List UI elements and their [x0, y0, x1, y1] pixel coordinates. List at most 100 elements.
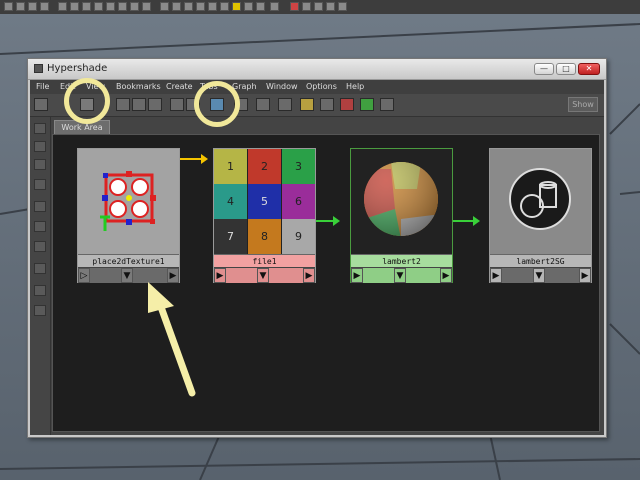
grid-cell: 9: [282, 219, 315, 254]
grid-cell: 8: [248, 219, 281, 254]
shelf-icon[interactable]: [196, 2, 205, 11]
minimize-button[interactable]: —: [534, 63, 554, 75]
left-toolbar: [30, 117, 51, 435]
shelf-icon[interactable]: [256, 2, 265, 11]
toolbar-button[interactable]: [132, 98, 146, 111]
grid-cell: 4: [214, 184, 247, 219]
shelf-icon[interactable]: [142, 2, 151, 11]
node-shading-group[interactable]: lambert2SG ▶ ▼ ▶: [489, 148, 592, 283]
node-file[interactable]: 1 2 3 4 5 6 7 8 9 file1 ▶ ▼ ▶: [213, 148, 316, 283]
node-ports: ▶ ▼ ▶: [490, 267, 591, 283]
expand-arrow-icon[interactable]: ▼: [257, 268, 269, 283]
toolbar-button[interactable]: [300, 98, 314, 111]
toolbar-button[interactable]: [278, 98, 292, 111]
highlight-circle: [194, 81, 240, 127]
shelf-icon[interactable]: [70, 2, 79, 11]
shelf-icon[interactable]: [184, 2, 193, 11]
shelf-icon[interactable]: [106, 2, 115, 11]
node-swatch: [351, 149, 452, 254]
left-tool-button[interactable]: [34, 285, 46, 296]
grid-cell: 3: [282, 149, 315, 184]
shelf-icon[interactable]: [130, 2, 139, 11]
connection-arrow-icon: [201, 154, 208, 164]
shelf-icon[interactable]: [172, 2, 181, 11]
maya-shelf: [0, 0, 640, 15]
menu-bar: File Edit View Bookmarks Create Tabs Gra…: [30, 80, 604, 94]
toolbar-button[interactable]: [256, 98, 270, 111]
expand-arrow-icon[interactable]: ▼: [533, 268, 545, 283]
toolbar-button[interactable]: [34, 98, 48, 111]
close-button[interactable]: ✕: [578, 63, 600, 75]
shelf-icon[interactable]: [82, 2, 91, 11]
node-label: file1: [214, 254, 315, 268]
shelf-icon[interactable]: [338, 2, 347, 11]
input-port-arrow[interactable]: ▶: [214, 268, 226, 283]
menu-options[interactable]: Options: [306, 82, 337, 91]
output-port-arrow[interactable]: ▶: [167, 268, 179, 283]
left-tool-button[interactable]: [34, 201, 46, 212]
menu-bookmarks[interactable]: Bookmarks: [116, 82, 161, 91]
menu-create[interactable]: Create: [166, 82, 193, 91]
menu-help[interactable]: Help: [346, 82, 364, 91]
shelf-icon[interactable]: [314, 2, 323, 11]
expand-arrow-icon[interactable]: ▼: [394, 268, 406, 283]
expand-arrow-icon[interactable]: ▼: [121, 268, 133, 283]
shelf-icon[interactable]: [58, 2, 67, 11]
shelf-icon[interactable]: [118, 2, 127, 11]
toolbar-button[interactable]: [320, 98, 334, 111]
work-area[interactable]: place2dTexture1 ▷ ▼ ▶ 1 2 3 4 5 6 7 8 9 …: [52, 134, 600, 432]
left-tool-button[interactable]: [34, 123, 46, 134]
node-place2dtexture[interactable]: place2dTexture1 ▷ ▼ ▶: [77, 148, 180, 283]
input-port-arrow[interactable]: ▷: [78, 268, 90, 283]
connection-arrow-icon: [333, 216, 340, 226]
node-label: lambert2SG: [490, 254, 591, 268]
left-tool-button[interactable]: [34, 263, 46, 274]
shelf-icon[interactable]: [270, 2, 279, 11]
node-label: lambert2: [351, 254, 452, 268]
show-button[interactable]: Show: [568, 97, 598, 112]
shelf-icon[interactable]: [290, 2, 299, 11]
output-port-arrow[interactable]: ▶: [303, 268, 315, 283]
shelf-icon[interactable]: [220, 2, 229, 11]
toolbar-button[interactable]: [148, 98, 162, 111]
toolbar-button[interactable]: [380, 98, 394, 111]
toolbar-button[interactable]: [170, 98, 184, 111]
shading-group-icon: [509, 168, 571, 230]
output-port-arrow[interactable]: ▶: [579, 268, 591, 283]
menu-window[interactable]: Window: [266, 82, 298, 91]
left-tool-button[interactable]: [34, 305, 46, 316]
node-ports: ▶ ▼ ▶: [351, 267, 452, 283]
left-tool-button[interactable]: [34, 159, 46, 170]
maximize-button[interactable]: □: [556, 63, 576, 75]
shelf-icon[interactable]: [244, 2, 253, 11]
shelf-icon[interactable]: [40, 2, 49, 11]
node-swatch: 1 2 3 4 5 6 7 8 9: [214, 149, 315, 254]
left-tool-button[interactable]: [34, 141, 46, 152]
shelf-icon[interactable]: [232, 2, 241, 11]
toolbar-button[interactable]: [116, 98, 130, 111]
left-tool-button[interactable]: [34, 241, 46, 252]
shelf-icon[interactable]: [94, 2, 103, 11]
place2d-icon: [100, 171, 156, 231]
shelf-icon[interactable]: [326, 2, 335, 11]
output-port-arrow[interactable]: ▶: [440, 268, 452, 283]
node-lambert[interactable]: lambert2 ▶ ▼ ▶: [350, 148, 453, 283]
input-port-arrow[interactable]: ▶: [351, 268, 363, 283]
left-tool-button[interactable]: [34, 221, 46, 232]
shelf-icon[interactable]: [302, 2, 311, 11]
grid-cell: 1: [214, 149, 247, 184]
shelf-icon[interactable]: [28, 2, 37, 11]
input-port-arrow[interactable]: ▶: [490, 268, 502, 283]
shelf-icon[interactable]: [16, 2, 25, 11]
window-title: Hypershade: [47, 63, 108, 74]
node-ports: ▷ ▼ ▶: [78, 267, 179, 283]
shelf-icon[interactable]: [160, 2, 169, 11]
shelf-icon[interactable]: [4, 2, 13, 11]
menu-file[interactable]: File: [36, 82, 49, 91]
title-bar[interactable]: Hypershade — □ ✕: [28, 59, 606, 80]
app-icon: [34, 64, 43, 73]
left-tool-button[interactable]: [34, 179, 46, 190]
shelf-icon[interactable]: [208, 2, 217, 11]
toolbar-button[interactable]: [340, 98, 354, 111]
toolbar-button[interactable]: [360, 98, 374, 111]
